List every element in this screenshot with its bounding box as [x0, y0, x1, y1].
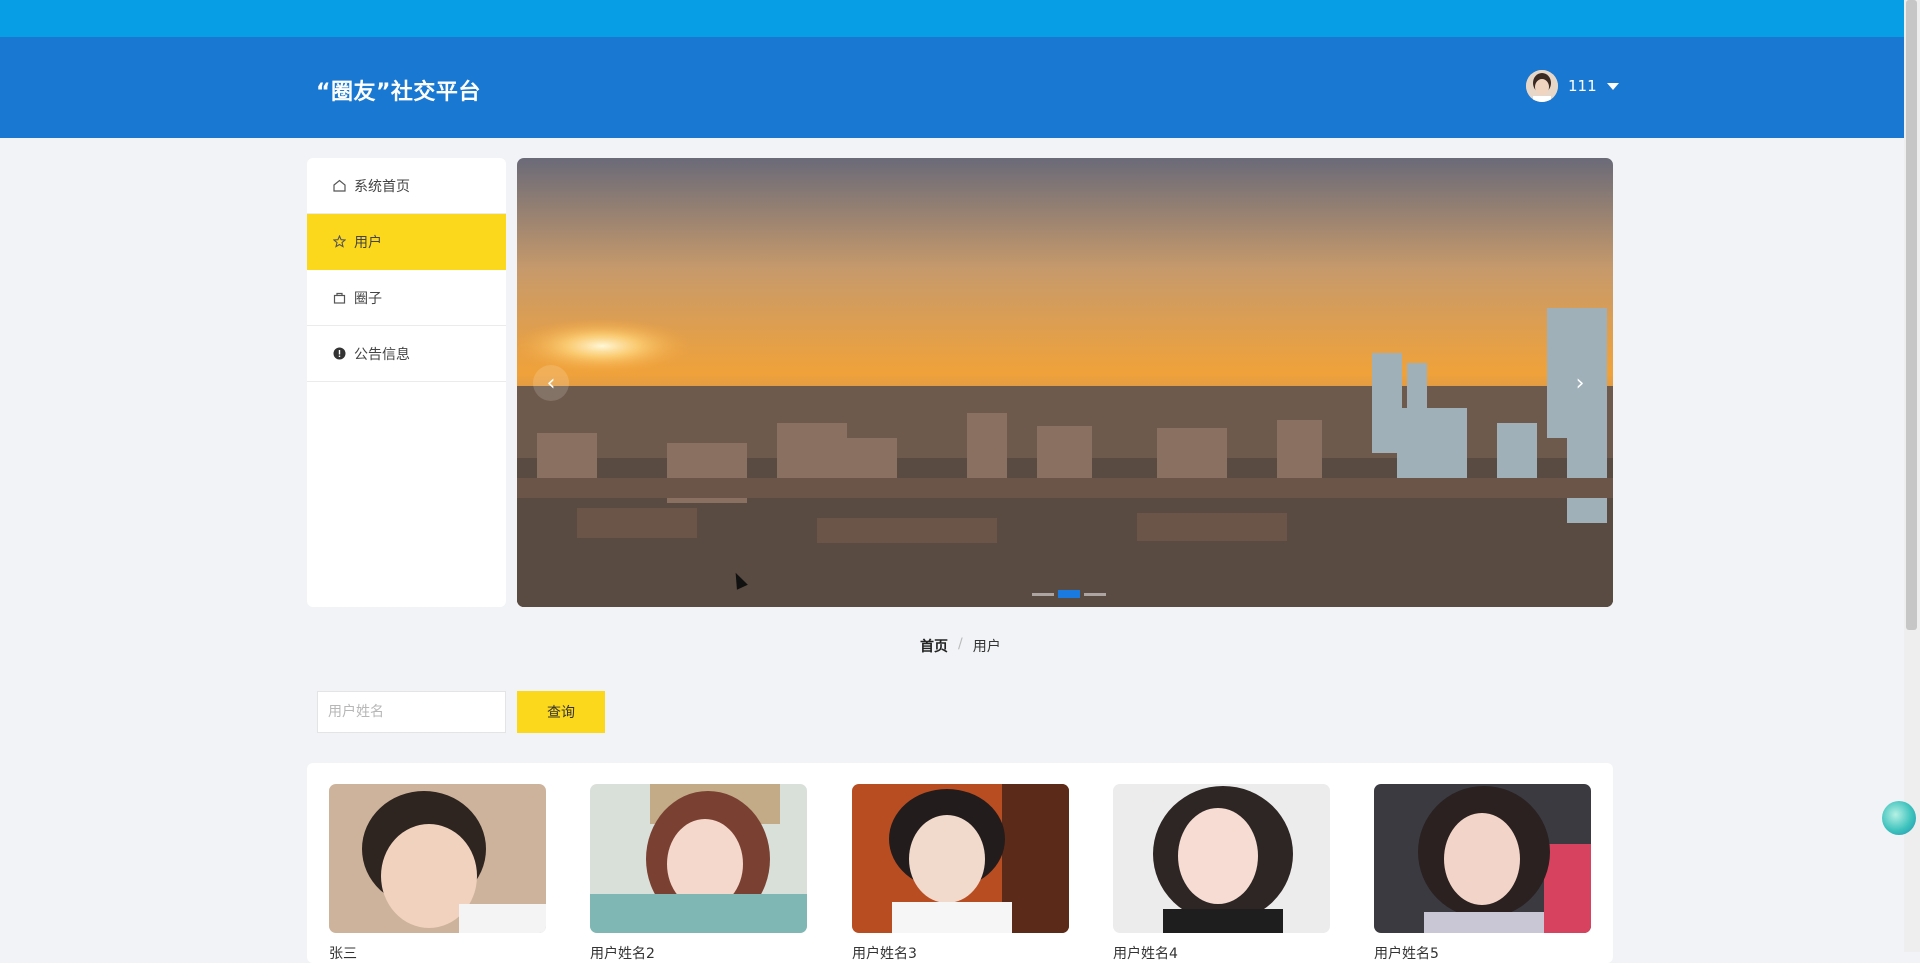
sidebar-item-users[interactable]: 用户 — [307, 214, 506, 270]
scrollbar-thumb[interactable] — [1906, 0, 1917, 630]
carousel-dot[interactable] — [1032, 593, 1054, 596]
carousel-dot-active[interactable] — [1058, 590, 1080, 598]
user-card-image[interactable] — [1113, 784, 1330, 933]
city-sunset-image — [517, 158, 1613, 607]
user-name-search-input[interactable] — [317, 691, 506, 733]
search-button[interactable]: 查询 — [517, 691, 605, 733]
carousel-next-button[interactable]: › — [1562, 365, 1598, 401]
caret-down-icon — [1606, 82, 1619, 90]
floating-assistant-icon[interactable] — [1882, 801, 1916, 835]
carousel-dot[interactable] — [1084, 593, 1106, 596]
top-strip — [0, 0, 1920, 37]
user-card-name[interactable]: 用户姓名5 — [1374, 943, 1439, 963]
sidebar-item-label: 系统首页 — [354, 178, 410, 195]
user-card-image[interactable] — [329, 784, 546, 933]
sidebar-item-circles[interactable]: 圈子 — [307, 270, 506, 326]
carousel-prev-button[interactable]: ‹ — [533, 365, 569, 401]
info-icon — [332, 347, 346, 361]
sidebar-item-home[interactable]: 系统首页 — [307, 158, 506, 214]
breadcrumb-home[interactable]: 首页 — [920, 636, 948, 656]
breadcrumb: 首页 / 用户 — [920, 636, 1001, 656]
home-icon — [332, 179, 346, 193]
user-card-name[interactable]: 用户姓名3 — [852, 943, 917, 963]
sidebar-item-label: 公告信息 — [354, 346, 410, 363]
bag-icon — [332, 291, 346, 305]
avatar — [1526, 70, 1558, 102]
star-icon — [332, 235, 346, 249]
user-card-image[interactable] — [590, 784, 807, 933]
header-bar — [0, 37, 1920, 138]
site-title: “圈友”社交平台 — [316, 80, 481, 105]
username: 111 — [1568, 77, 1597, 95]
breadcrumb-current: 用户 — [972, 639, 1001, 655]
user-card-name[interactable]: 张三 — [329, 943, 357, 963]
sidebar-item-label: 圈子 — [354, 290, 382, 307]
sidebar-item-announcements[interactable]: 公告信息 — [307, 326, 506, 382]
user-card-image[interactable] — [852, 784, 1069, 933]
user-card-name[interactable]: 用户姓名4 — [1113, 943, 1178, 963]
sidebar: 系统首页 用户 圈子 公告信息 — [307, 158, 506, 607]
breadcrumb-separator: / — [958, 636, 963, 652]
user-card-name[interactable]: 用户姓名2 — [590, 943, 655, 963]
user-menu[interactable]: 111 — [1526, 70, 1619, 102]
carousel-banner[interactable] — [517, 158, 1613, 607]
user-card-image[interactable] — [1374, 784, 1591, 933]
sidebar-item-label: 用户 — [354, 234, 382, 251]
carousel-indicators — [1032, 590, 1106, 598]
